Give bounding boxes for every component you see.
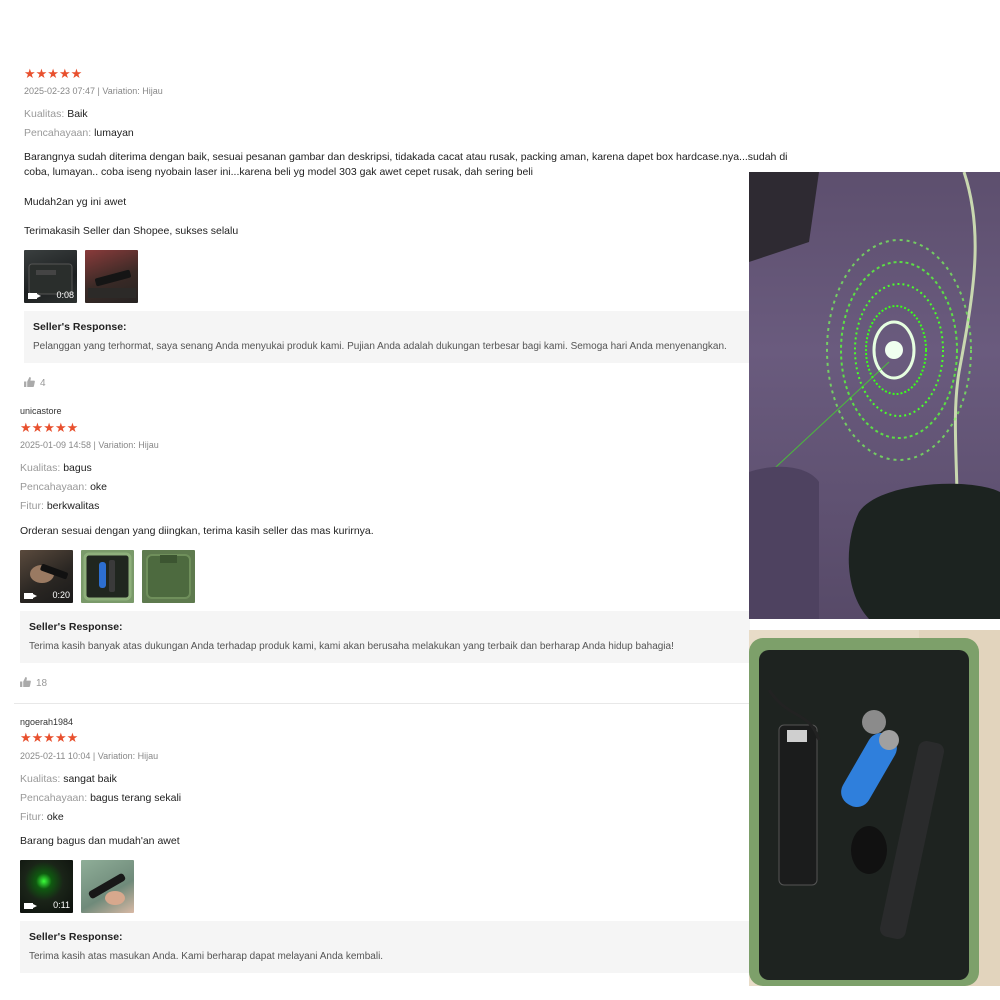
review-photo-thumbnail[interactable]	[142, 550, 195, 603]
star-rating: ★★★★★	[24, 66, 83, 81]
thumbs-up-icon	[20, 677, 31, 687]
reviewer-username[interactable]: ngoerah1984	[20, 717, 73, 727]
review-meta: 2025-02-23 07:47 | Variation: Hijau	[24, 86, 163, 96]
seller-response-title: Seller's Response:	[33, 321, 127, 333]
attr-feature: Fitur: oke	[20, 811, 64, 823]
review-text: Barangnya sudah diterima dengan baik, se…	[24, 151, 788, 178]
review-meta: 2025-01-09 14:58 | Variation: Hijau	[20, 440, 159, 450]
attr-lighting: Pencahayaan: oke	[20, 481, 107, 493]
seller-response: Seller's Response: Terima kasih atas mas…	[20, 921, 750, 973]
review-text: Barang bagus dan mudah'an awet	[20, 835, 180, 847]
attr-value: oke	[46, 811, 64, 823]
seller-response-title: Seller's Response:	[29, 621, 123, 633]
attr-lighting: Pencahayaan: lumayan	[24, 127, 134, 139]
seller-response: Seller's Response: Terima kasih banyak a…	[20, 611, 750, 663]
review-meta: 2025-02-11 10:04 | Variation: Hijau	[20, 751, 159, 761]
review-video-thumbnail[interactable]: 0:08	[24, 250, 77, 303]
video-duration: 0:11	[53, 900, 70, 910]
laser-projection-image	[749, 172, 1000, 619]
attr-label: Pencahayaan:	[20, 792, 88, 804]
attr-value: lumayan	[94, 127, 134, 139]
like-count: 4	[40, 378, 46, 389]
attr-quality: Kualitas: bagus	[20, 462, 92, 474]
open-case-image	[83, 552, 132, 601]
seller-response: Seller's Response: Pelanggan yang terhor…	[24, 311, 750, 363]
reviewer-username[interactable]: unicastore	[20, 406, 62, 416]
attr-label: Kualitas:	[24, 108, 65, 120]
review-divider	[14, 703, 814, 704]
flashlight-in-hand-image	[88, 873, 126, 905]
attr-label: Kualitas:	[20, 773, 61, 785]
seller-response-text: Terima kasih banyak atas dukungan Anda t…	[29, 641, 674, 652]
star-rating: ★★★★★	[20, 730, 79, 745]
review-text: Terimakasih Seller dan Shopee, sukses se…	[24, 225, 239, 237]
review-text: Orderan sesuai dengan yang diingkan, ter…	[20, 525, 374, 537]
seller-response-text: Terima kasih atas masukan Anda. Kami ber…	[29, 951, 384, 962]
video-camera-icon	[28, 293, 41, 299]
review-text: Mudah2an yg ini awet	[24, 196, 127, 208]
review-photo-thumbnail[interactable]	[81, 860, 134, 913]
attr-label: Pencahayaan:	[20, 481, 88, 493]
attr-quality: Kualitas: sangat baik	[20, 773, 117, 785]
seller-response-title: Seller's Response:	[29, 931, 123, 943]
video-camera-icon	[24, 903, 37, 909]
like-button[interactable]: 4	[24, 377, 46, 389]
seller-response-text: Pelanggan yang terhormat, saya senang An…	[33, 341, 727, 352]
thumbs-up-icon	[24, 377, 35, 387]
flashlight-kit-image	[749, 630, 1000, 986]
video-camera-icon	[24, 593, 37, 599]
attr-value: berkwalitas	[46, 500, 100, 512]
like-button[interactable]: 18	[20, 677, 47, 689]
attr-value: sangat baik	[63, 773, 117, 785]
attr-lighting: Pencahayaan: bagus terang sekali	[20, 792, 181, 804]
attr-value: bagus	[63, 462, 92, 474]
like-count: 18	[36, 678, 48, 689]
review-video-thumbnail[interactable]: 0:11	[20, 860, 73, 913]
review-video-thumbnail[interactable]: 0:20	[20, 550, 73, 603]
flashlight-image	[88, 269, 136, 298]
video-duration: 0:20	[52, 590, 70, 600]
enlarged-review-photo-kit[interactable]	[749, 630, 1000, 986]
attr-label: Fitur:	[20, 811, 44, 823]
star-rating: ★★★★★	[20, 420, 79, 435]
review-photo-thumbnail[interactable]	[85, 250, 138, 303]
attr-value: bagus terang sekali	[90, 792, 182, 804]
attr-value: Baik	[67, 108, 88, 120]
attr-label: Pencahayaan:	[24, 127, 92, 139]
review-photo-thumbnail[interactable]	[81, 550, 134, 603]
enlarged-review-photo-laser[interactable]	[749, 172, 1000, 619]
attr-quality: Kualitas: Baik	[24, 108, 88, 120]
attr-feature: Fitur: berkwalitas	[20, 500, 99, 512]
closed-case-image	[146, 554, 191, 599]
attr-label: Fitur:	[20, 500, 44, 512]
attr-label: Kualitas:	[20, 462, 61, 474]
video-duration: 0:08	[56, 290, 74, 300]
attr-value: oke	[90, 481, 107, 493]
